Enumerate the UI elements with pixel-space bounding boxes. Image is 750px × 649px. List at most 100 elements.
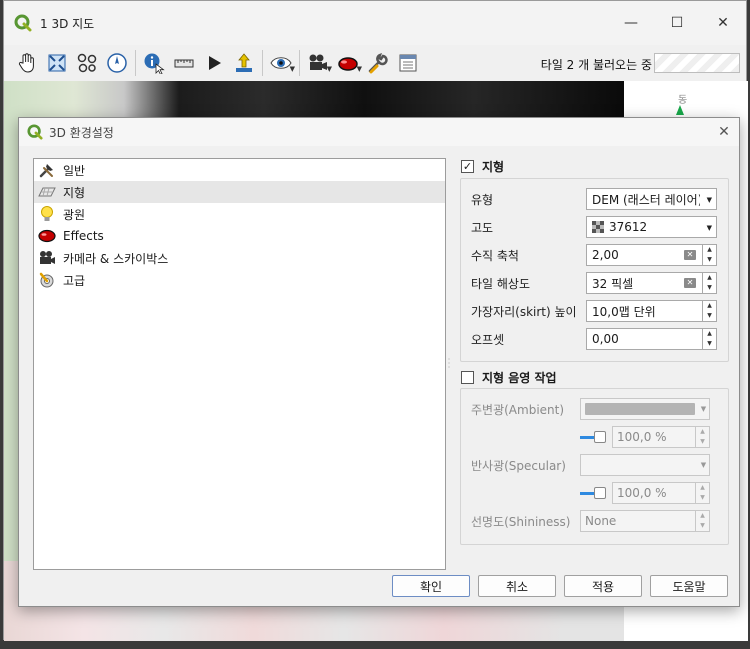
toolbar-3d: ▼ ▼ ▼ 타일 2 개 불러오는 중	[4, 45, 746, 81]
camera-menu-button[interactable]: ▼	[303, 48, 333, 78]
effects-menu-button[interactable]: ▼	[333, 48, 363, 78]
panel-splitter[interactable]: · · ·	[447, 356, 451, 372]
clear-icon[interactable]: ✕	[684, 278, 696, 288]
category-item-camera-skybox[interactable]: 카메라 & 스카이박스	[34, 247, 445, 269]
view-menu-button[interactable]: ▼	[266, 48, 296, 78]
ambient-percent-input[interactable]: 100,0 %	[612, 426, 696, 448]
animation-button[interactable]	[199, 48, 229, 78]
dialog-title: 3D 환경설정	[49, 125, 114, 140]
terrain-icon	[38, 183, 56, 201]
ok-button[interactable]: 확인	[392, 575, 470, 597]
category-label: 카메라 & 스카이박스	[63, 251, 169, 266]
tile-loading-progress	[654, 53, 740, 73]
category-item-effects[interactable]: Effects	[34, 225, 445, 247]
shading-section-header: 지형 음영 작업	[461, 369, 557, 386]
compass-icon	[107, 53, 127, 73]
tile-resolution-label: 타일 해상도	[471, 276, 531, 291]
zoom-full-button[interactable]	[42, 48, 72, 78]
vertical-scale-input[interactable]: 2,00 ✕	[586, 244, 703, 266]
offset-input[interactable]: 0,00	[586, 328, 703, 350]
terrain-group: 유형 DEM (래스터 레이어) ▼ 고도 37612 ▼ 수직 축척 2,00…	[460, 178, 729, 362]
shading-enabled-checkbox[interactable]	[461, 371, 474, 384]
elevation-layer-select[interactable]: 37612 ▼	[586, 216, 717, 238]
dialog-titlebar: 3D 환경설정 ✕	[19, 118, 739, 146]
ambient-slider[interactable]	[580, 426, 608, 448]
identify-button[interactable]	[139, 48, 169, 78]
camera-icon	[38, 249, 56, 267]
minimize-button[interactable]: —	[608, 1, 654, 45]
shininess-input[interactable]: None	[580, 510, 696, 532]
north-label: 동	[678, 95, 688, 106]
ambient-color-swatch	[585, 403, 695, 415]
info-cursor-icon	[144, 53, 165, 74]
category-item-advanced[interactable]: 고급	[34, 269, 445, 291]
vertical-scale-label: 수직 축척	[471, 248, 519, 263]
map-theme-button[interactable]	[393, 48, 423, 78]
configure-button[interactable]	[363, 48, 393, 78]
chevron-down-icon: ▼	[706, 196, 712, 204]
specular-label: 반사광(Specular)	[471, 458, 566, 473]
specular-color-button[interactable]	[580, 454, 700, 476]
category-label: 광원	[63, 207, 86, 222]
category-list: 일반 지형 광원 Effects 카메라 & 스카이박스 고급	[33, 158, 446, 570]
tile-loading-label: 타일 2 개 불러오는 중	[540, 58, 652, 72]
terrain-type-select[interactable]: DEM (래스터 레이어) ▼	[586, 188, 717, 210]
measure-button[interactable]	[169, 48, 199, 78]
effects-icon	[38, 227, 56, 245]
shading-group: 주변광(Ambient) ▼ 100,0 % ▲ ▼ 반사광(Specular) …	[460, 388, 729, 545]
specular-slider[interactable]	[580, 482, 608, 504]
export-arrow-icon	[236, 53, 252, 72]
dialog-close-button[interactable]: ✕	[709, 124, 739, 140]
ambient-color-dropdown[interactable]: ▼	[698, 398, 710, 420]
category-item-terrain[interactable]: 지형	[34, 181, 445, 203]
nodes-icon	[77, 53, 97, 73]
help-button[interactable]: 도움말	[650, 575, 728, 597]
terrain-type-label: 유형	[471, 192, 494, 207]
terrain-enabled-checkbox[interactable]: ✓	[461, 160, 474, 173]
vertical-scale-spinner[interactable]: ▲ ▼	[703, 244, 717, 266]
hand-icon	[18, 53, 34, 73]
ambient-color-button[interactable]	[580, 398, 700, 420]
category-item-lights[interactable]: 광원	[34, 203, 445, 225]
skirt-height-input[interactable]: 10,0맵 단위	[586, 300, 703, 322]
skirt-height-spinner[interactable]: ▲ ▼	[703, 300, 717, 322]
maximize-button[interactable]: ☐	[654, 1, 700, 45]
specular-color-dropdown[interactable]: ▼	[698, 454, 710, 476]
advanced-icon	[38, 271, 56, 289]
camera-north-button[interactable]	[102, 48, 132, 78]
identify-3d-button[interactable]	[72, 48, 102, 78]
zoom-full-icon	[48, 54, 66, 72]
offset-spinner[interactable]: ▲ ▼	[703, 328, 717, 350]
category-item-general[interactable]: 일반	[34, 159, 445, 181]
window-titlebar: 1 3D 지도 — ☐ ✕	[4, 1, 746, 45]
ambient-percent-spinner[interactable]: ▲ ▼	[696, 426, 710, 448]
skirt-height-label: 가장자리(skirt) 높이	[471, 304, 577, 319]
map-theme-icon	[399, 54, 417, 72]
shininess-spinner[interactable]: ▲ ▼	[696, 510, 710, 532]
pan-tool-button[interactable]	[12, 48, 42, 78]
terrain-section-header: ✓ 지형	[461, 158, 504, 175]
dropdown-arrow-icon: ▼	[326, 65, 332, 73]
close-button[interactable]: ✕	[700, 1, 746, 45]
window-title: 1 3D 지도	[40, 16, 95, 31]
ruler-icon	[174, 59, 194, 68]
cancel-button[interactable]: 취소	[478, 575, 556, 597]
category-label: 고급	[63, 273, 86, 288]
dropdown-arrow-icon: ▼	[289, 65, 295, 73]
tile-resolution-spinner[interactable]: ▲ ▼	[703, 272, 717, 294]
north-arrow-icon[interactable]	[676, 105, 684, 115]
qgis-logo-icon	[27, 124, 43, 140]
apply-button[interactable]: 적용	[564, 575, 642, 597]
raster-layer-icon	[592, 221, 604, 233]
dropdown-arrow-icon: ▼	[356, 65, 362, 73]
tile-resolution-input[interactable]: 32 픽셀 ✕	[586, 272, 703, 294]
shininess-label: 선명도(Shininess)	[471, 514, 571, 529]
play-icon	[209, 56, 221, 70]
chevron-down-icon: ▼	[706, 224, 712, 232]
specular-percent-input[interactable]: 100,0 %	[612, 482, 696, 504]
export-button[interactable]	[229, 48, 259, 78]
elevation-label: 고도	[471, 220, 494, 235]
clear-icon[interactable]: ✕	[684, 250, 696, 260]
wrench-icon	[368, 52, 388, 74]
specular-percent-spinner[interactable]: ▲ ▼	[696, 482, 710, 504]
